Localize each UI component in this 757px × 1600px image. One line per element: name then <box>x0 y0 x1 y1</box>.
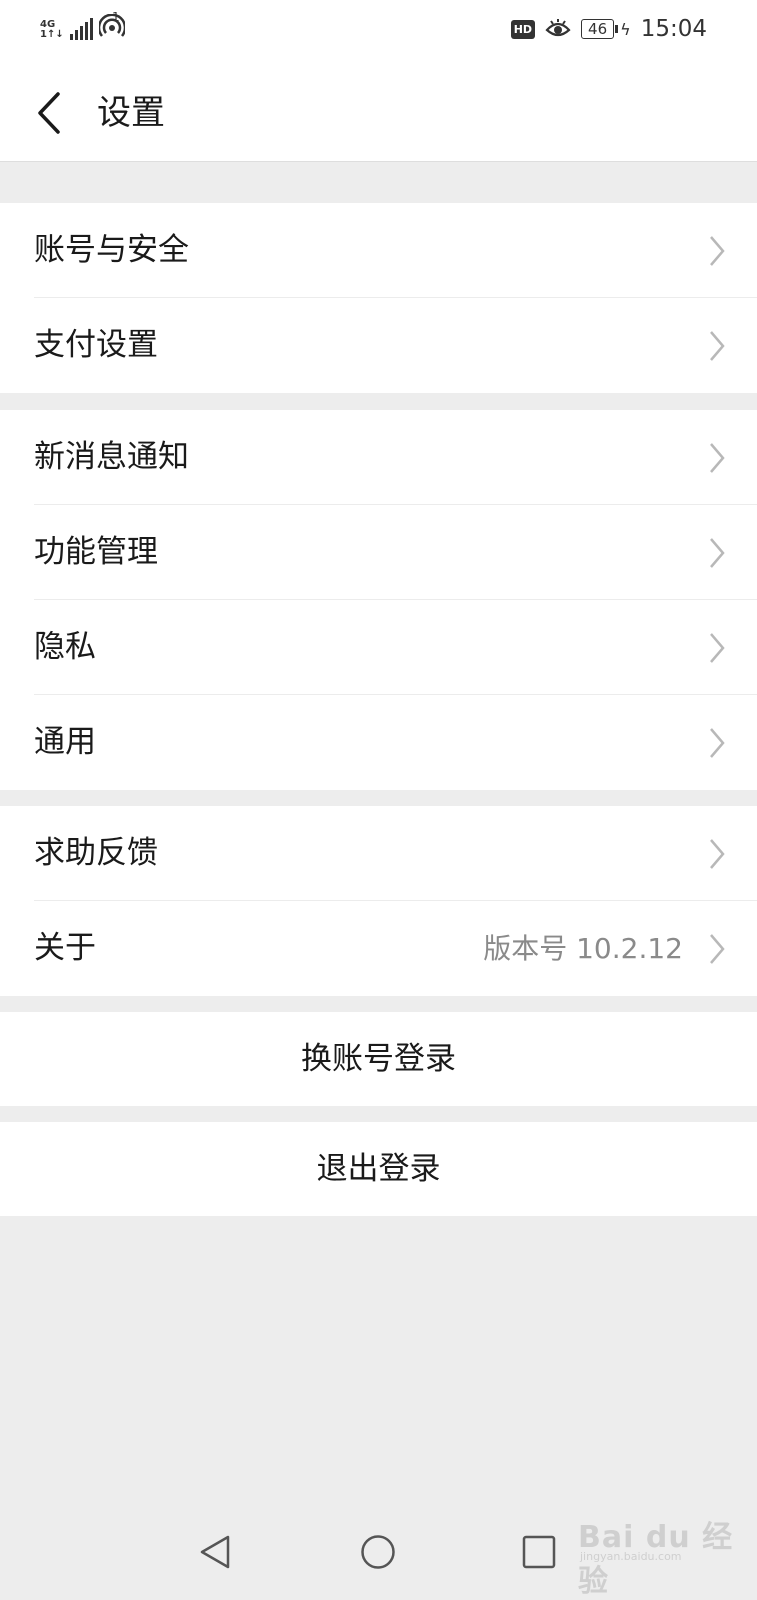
back-icon[interactable] <box>30 90 70 136</box>
nav-recents-icon[interactable] <box>522 1535 556 1569</box>
chevron-right-icon <box>710 331 725 361</box>
signal-icon <box>69 18 93 40</box>
settings-item-notifications[interactable]: 新消息通知 <box>0 410 757 505</box>
chevron-right-icon <box>710 236 725 266</box>
chevron-right-icon <box>710 538 725 568</box>
switch-account-button[interactable]: 换账号登录 <box>0 1012 757 1106</box>
settings-item-general[interactable]: 通用 <box>0 695 757 790</box>
hd-badge: HD <box>510 19 536 39</box>
nav-back-icon[interactable] <box>198 1534 232 1570</box>
settings-item-label: 关于 <box>34 930 96 966</box>
settings-item-help-feedback[interactable]: 求助反馈 <box>0 806 757 901</box>
logout-button[interactable]: 退出登录 <box>0 1122 757 1216</box>
battery-level: 46 <box>581 19 615 39</box>
settings-item-label: 隐私 <box>34 629 96 665</box>
settings-item-label: 求助反馈 <box>34 835 158 871</box>
settings-item-features[interactable]: 功能管理 <box>0 505 757 600</box>
settings-item-label: 账号与安全 <box>34 232 189 268</box>
chevron-right-icon <box>710 443 725 473</box>
page-title: 设置 <box>97 93 165 133</box>
settings-item-about[interactable]: 关于 版本号 10.2.12 <box>0 901 757 996</box>
battery-icon: 46 ϟ <box>581 19 631 39</box>
settings-group-help: 求助反馈 关于 版本号 10.2.12 <box>0 806 757 996</box>
version-number: 版本号 10.2.12 <box>483 932 683 965</box>
network-activity: 1↑↓ <box>40 29 64 40</box>
settings-item-privacy[interactable]: 隐私 <box>0 600 757 695</box>
network-indicator: 4G 1↑↓ <box>40 20 64 40</box>
chevron-right-icon <box>710 633 725 663</box>
settings-item-payment[interactable]: 支付设置 <box>0 298 757 393</box>
settings-item-label: 新消息通知 <box>34 439 189 475</box>
settings-item-label: 支付设置 <box>34 327 158 363</box>
eye-comfort-icon <box>545 19 571 37</box>
settings-group-account: 账号与安全 支付设置 <box>0 203 757 393</box>
charging-icon: ϟ <box>620 19 631 39</box>
chevron-right-icon <box>710 839 725 869</box>
clock: 15:04 <box>640 16 707 42</box>
chevron-right-icon <box>710 934 725 964</box>
settings-item-label: 功能管理 <box>34 534 158 570</box>
status-right: HD 46 ϟ 15:04 <box>510 16 707 42</box>
settings-item-label: 通用 <box>34 724 96 760</box>
hotspot-count: 1 <box>112 10 120 24</box>
chevron-right-icon <box>710 728 725 758</box>
settings-group-general: 新消息通知 功能管理 隐私 通用 <box>0 410 757 790</box>
status-bar: 4G 1↑↓ 1 HD 46 ϟ 15:04 <box>0 0 757 64</box>
settings-item-account-security[interactable]: 账号与安全 <box>0 203 757 298</box>
header: 设置 <box>0 64 757 162</box>
nav-home-icon[interactable] <box>360 1534 396 1570</box>
watermark-url: jingyan.baidu.com <box>580 1550 682 1563</box>
